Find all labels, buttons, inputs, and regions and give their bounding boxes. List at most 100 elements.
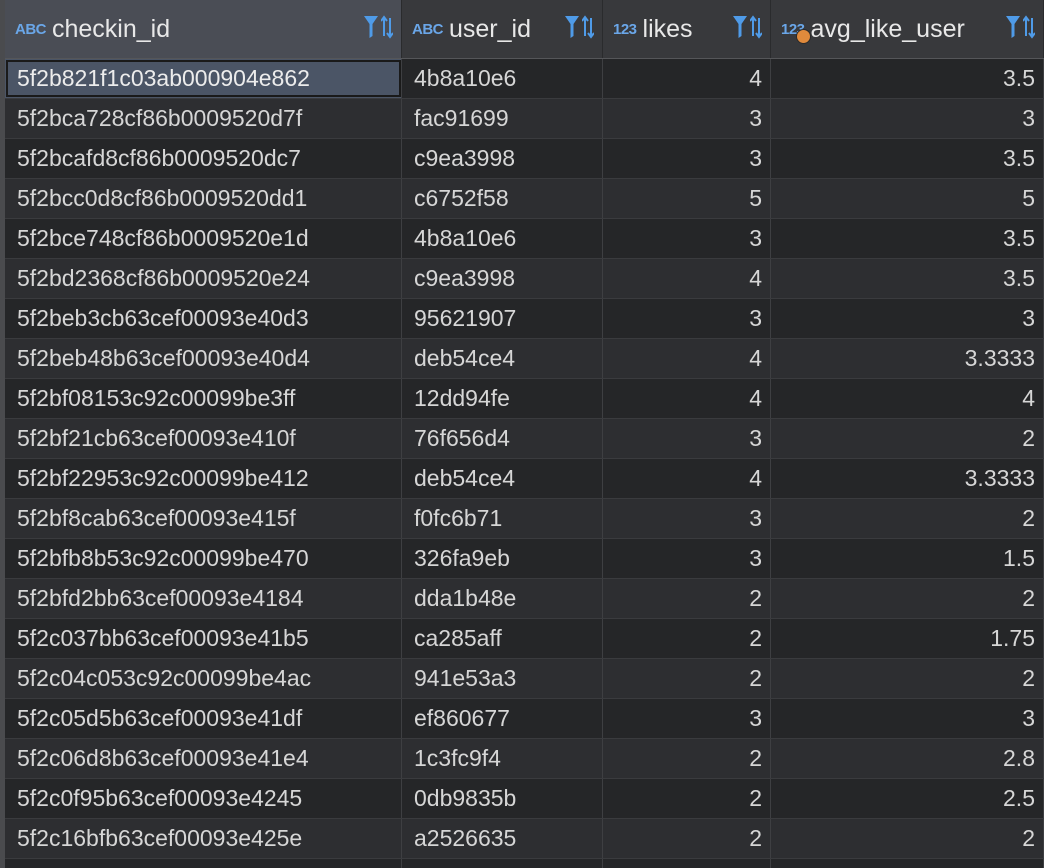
cell-checkin-id[interactable]: 5f2bf21cb63cef00093e410f (5, 419, 402, 458)
table-row[interactable]: 5f2c06d8b63cef00093e41e4 1c3fc9f4 2 2.8 (5, 739, 1044, 779)
cell-checkin-id[interactable]: 5f2c16bfb63cef00093e425e (5, 819, 402, 858)
filter-icon[interactable] (363, 14, 379, 40)
cell-user-id[interactable]: c9ea3998 (402, 139, 603, 178)
cell-likes[interactable]: 3 (603, 499, 771, 538)
table-row[interactable]: 5f2c05d5b63cef00093e41df ef860677 3 3 (5, 699, 1044, 739)
cell-user-id[interactable]: 1c3fc9f4 (402, 739, 603, 778)
filter-icon[interactable] (564, 14, 580, 40)
table-row[interactable]: 5f2bf21cb63cef00093e410f 76f656d4 3 2 (5, 419, 1044, 459)
cell-user-id[interactable]: 941e53a3 (402, 659, 603, 698)
cell-avg-like-user[interactable]: 1.5 (771, 539, 1044, 578)
cell-user-id[interactable]: c9ea3998 (402, 259, 603, 298)
cell-likes[interactable]: 4 (603, 339, 771, 378)
cell-likes[interactable]: 4 (603, 459, 771, 498)
cell-avg-like-user[interactable]: 2 (771, 499, 1044, 538)
cell-checkin-id[interactable]: 5f2c174f53c92c00099be503 (5, 859, 402, 868)
table-row[interactable]: 5f2bcc0d8cf86b0009520dd1 c6752f58 5 5 (5, 179, 1044, 219)
table-row[interactable]: 5f2bcafd8cf86b0009520dc7 c9ea3998 3 3.5 (5, 139, 1044, 179)
cell-checkin-id[interactable]: 5f2beb3cb63cef00093e40d3 (5, 299, 402, 338)
sort-icon[interactable] (582, 14, 594, 40)
cell-checkin-id[interactable]: 5f2bfd2bb63cef00093e4184 (5, 579, 402, 618)
cell-checkin-id[interactable]: 5f2bf08153c92c00099be3ff (5, 379, 402, 418)
cell-user-id[interactable]: 4b8a10e6 (402, 59, 603, 98)
cell-likes[interactable]: 2 (603, 579, 771, 618)
cell-user-id[interactable]: a2526635 (402, 819, 603, 858)
cell-likes[interactable]: 2 (603, 739, 771, 778)
cell-user-id[interactable]: 95621907 (402, 299, 603, 338)
column-header-avg-like-user[interactable]: 123 avg_like_user (771, 0, 1044, 58)
cell-avg-like-user[interactable]: 4 (771, 379, 1044, 418)
sort-icon[interactable] (750, 14, 762, 40)
cell-likes[interactable]: 4 (603, 59, 771, 98)
cell-user-id[interactable]: deb54ce4 (402, 459, 603, 498)
cell-checkin-id[interactable]: 5f2bca728cf86b0009520d7f (5, 99, 402, 138)
table-row[interactable]: 5f2c0f95b63cef00093e4245 0db9835b 2 2.5 (5, 779, 1044, 819)
cell-checkin-id[interactable]: 5f2c05d5b63cef00093e41df (5, 699, 402, 738)
cell-user-id[interactable]: 12dd94fe (402, 379, 603, 418)
sort-icon[interactable] (1023, 14, 1035, 40)
cell-likes[interactable]: 3 (603, 419, 771, 458)
cell-avg-like-user[interactable]: 2 (771, 419, 1044, 458)
cell-checkin-id[interactable]: 5f2bd2368cf86b0009520e24 (5, 259, 402, 298)
column-header-likes[interactable]: 123 likes (603, 0, 771, 58)
cell-likes[interactable]: 5 (603, 179, 771, 218)
table-row[interactable]: 5f2bf8cab63cef00093e415f f0fc6b71 3 2 (5, 499, 1044, 539)
cell-checkin-id[interactable]: 5f2c037bb63cef00093e41b5 (5, 619, 402, 658)
cell-checkin-id[interactable]: 5f2c04c053c92c00099be4ac (5, 659, 402, 698)
table-row[interactable]: 5f2bf22953c92c00099be412 deb54ce4 4 3.3333 (5, 459, 1044, 499)
table-row[interactable]: 5f2c16bfb63cef00093e425e a2526635 2 2 (5, 819, 1044, 859)
cell-checkin-id[interactable]: 5f2c0f95b63cef00093e4245 (5, 779, 402, 818)
table-row[interactable]: 5f2b821f1c03ab000904e862 4b8a10e6 4 3.5 (5, 59, 1044, 99)
cell-likes[interactable]: 3 (603, 219, 771, 258)
cell-avg-like-user[interactable]: 2 (771, 659, 1044, 698)
cell-avg-like-user[interactable]: 2.8 (771, 739, 1044, 778)
cell-avg-like-user[interactable]: 2 (771, 579, 1044, 618)
cell-likes[interactable]: 3 (603, 539, 771, 578)
cell-likes[interactable]: 4 (603, 259, 771, 298)
cell-likes[interactable]: 3 (603, 139, 771, 178)
table-row[interactable]: 5f2c04c053c92c00099be4ac 941e53a3 2 2 (5, 659, 1044, 699)
table-row[interactable]: 5f2bfd2bb63cef00093e4184 dda1b48e 2 2 (5, 579, 1044, 619)
cell-avg-like-user[interactable]: 3.5 (771, 59, 1044, 98)
filter-icon[interactable] (732, 14, 748, 40)
table-row[interactable]: 5f2bd2368cf86b0009520e24 c9ea3998 4 3.5 (5, 259, 1044, 299)
cell-checkin-id[interactable]: 5f2b821f1c03ab000904e862 (5, 59, 402, 98)
cell-user-id[interactable]: deb54ce4 (402, 339, 603, 378)
cell-likes[interactable]: 2 (603, 779, 771, 818)
table-row[interactable]: 5f2bfb8b53c92c00099be470 326fa9eb 3 1.5 (5, 539, 1044, 579)
cell-likes[interactable]: 3 (603, 299, 771, 338)
cell-checkin-id[interactable]: 5f2c06d8b63cef00093e41e4 (5, 739, 402, 778)
cell-user-id[interactable]: fac91699 (402, 99, 603, 138)
column-header-checkin-id[interactable]: ABC checkin_id (5, 0, 402, 58)
cell-user-id[interactable]: 0db9835b (402, 779, 603, 818)
cell-user-id[interactable]: ef860677 (402, 699, 603, 738)
cell-avg-like-user[interactable]: 3 (771, 299, 1044, 338)
cell-checkin-id[interactable]: 5f2beb48b63cef00093e40d4 (5, 339, 402, 378)
cell-avg-like-user[interactable]: 3.5 (771, 139, 1044, 178)
filter-icon[interactable] (1005, 14, 1021, 40)
cell-avg-like-user[interactable]: 3.3333 (771, 339, 1044, 378)
cell-user-id[interactable]: dda1b48e (402, 579, 603, 618)
cell-likes[interactable]: 2 (603, 819, 771, 858)
cell-checkin-id[interactable]: 5f2bce748cf86b0009520e1d (5, 219, 402, 258)
cell-likes[interactable]: 3 (603, 699, 771, 738)
cell-user-id[interactable]: f0fc6b71 (402, 499, 603, 538)
sort-icon[interactable] (381, 14, 393, 40)
cell-likes[interactable]: 2 (603, 619, 771, 658)
table-row[interactable]: 5f2bf08153c92c00099be3ff 12dd94fe 4 4 (5, 379, 1044, 419)
cell-checkin-id[interactable]: 5f2bf8cab63cef00093e415f (5, 499, 402, 538)
cell-user-id[interactable]: 79158399 (402, 859, 603, 868)
cell-avg-like-user[interactable]: 1.75 (771, 619, 1044, 658)
cell-user-id[interactable]: c6752f58 (402, 179, 603, 218)
column-header-user-id[interactable]: ABC user_id (402, 0, 603, 58)
cell-user-id[interactable]: ca285aff (402, 619, 603, 658)
table-row[interactable]: 5f2beb3cb63cef00093e40d3 95621907 3 3 (5, 299, 1044, 339)
cell-checkin-id[interactable]: 5f2bfb8b53c92c00099be470 (5, 539, 402, 578)
cell-likes[interactable]: 2 (603, 859, 771, 868)
cell-avg-like-user[interactable]: 3.5 (771, 219, 1044, 258)
cell-avg-like-user[interactable]: 2.5 (771, 779, 1044, 818)
cell-avg-like-user[interactable]: 2 (771, 859, 1044, 868)
table-row[interactable]: 5f2c174f53c92c00099be5037915839922 (5, 859, 1044, 868)
cell-avg-like-user[interactable]: 2 (771, 819, 1044, 858)
cell-avg-like-user[interactable]: 3.3333 (771, 459, 1044, 498)
